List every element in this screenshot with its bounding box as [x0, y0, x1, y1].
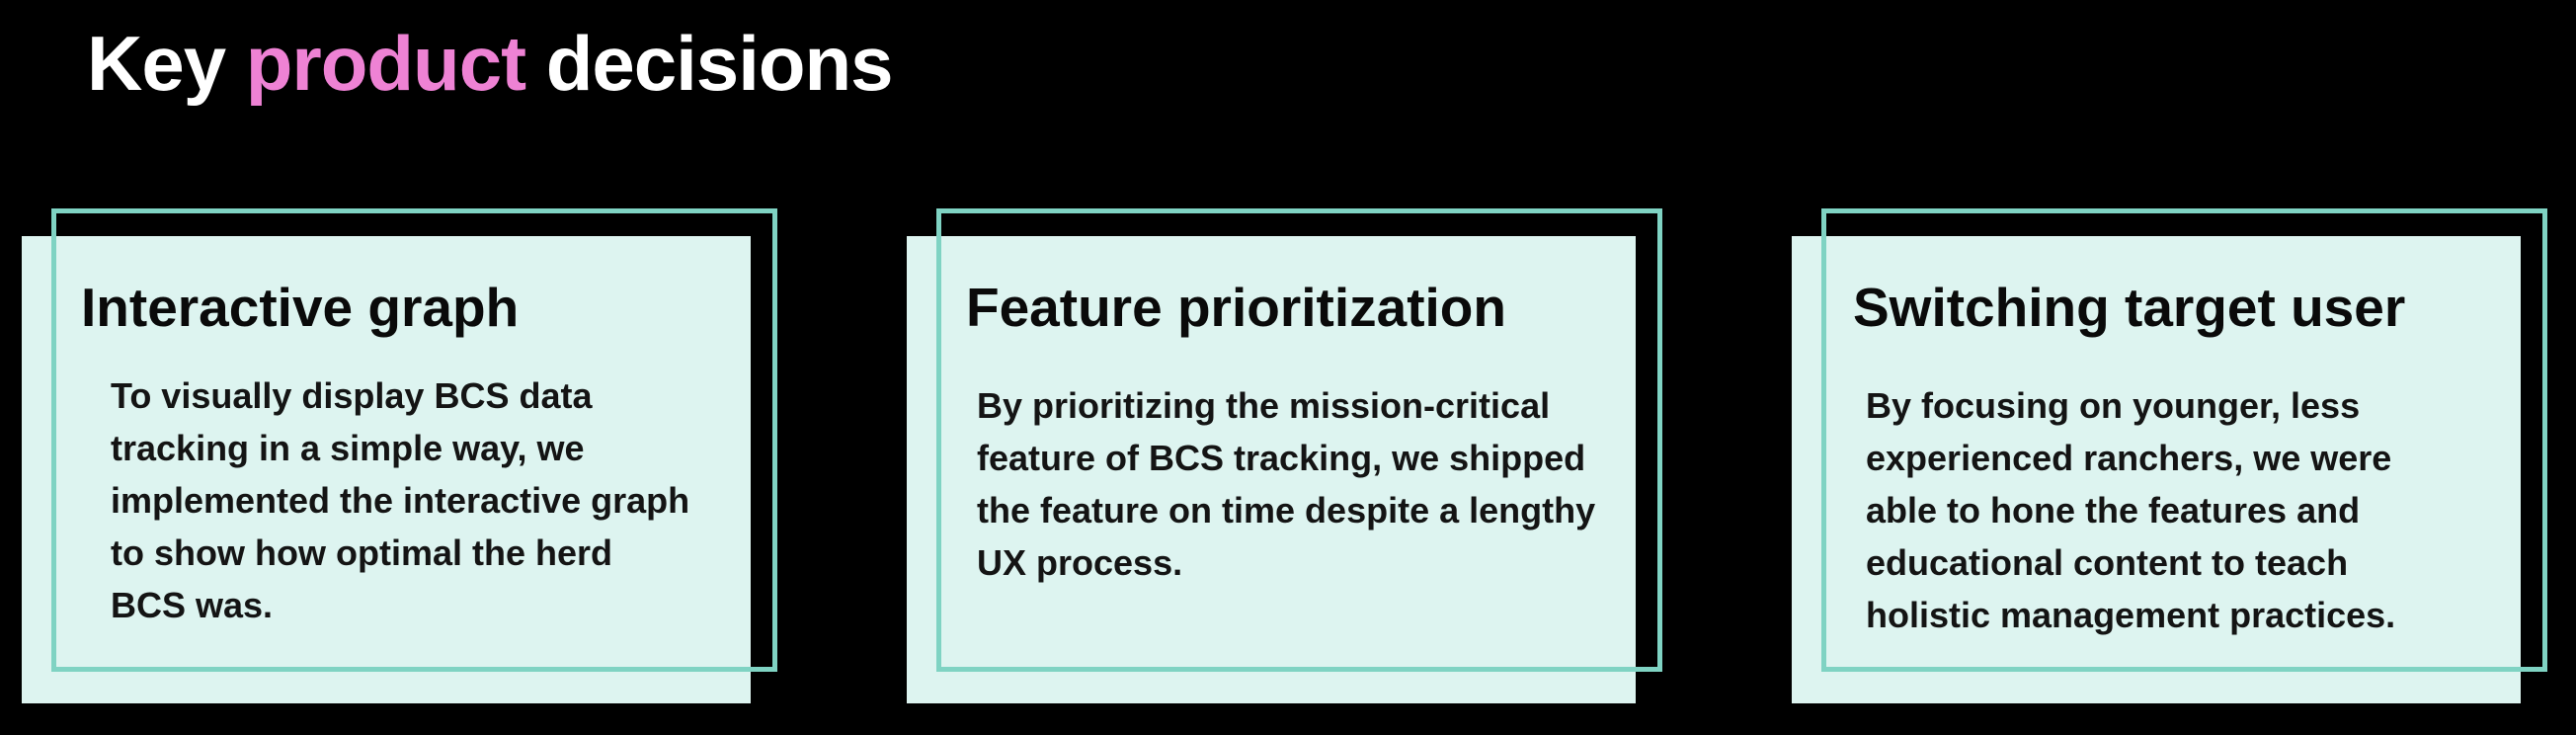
page-title: Key product decisions — [87, 18, 894, 111]
card-description: By prioritizing the mission-critical fea… — [977, 385, 1596, 583]
card-description: To visually display BCS data tracking in… — [111, 375, 690, 625]
card-heading: Switching target user — [1853, 277, 2406, 338]
card-heading: Feature prioritization — [966, 277, 1506, 338]
title-accent-word: product — [245, 20, 526, 107]
card-heading: Interactive graph — [81, 277, 520, 338]
card-description: By focusing on younger, less experienced… — [1866, 385, 2396, 635]
title-part-2: decisions — [525, 20, 894, 107]
title-part-1: Key — [87, 20, 246, 107]
